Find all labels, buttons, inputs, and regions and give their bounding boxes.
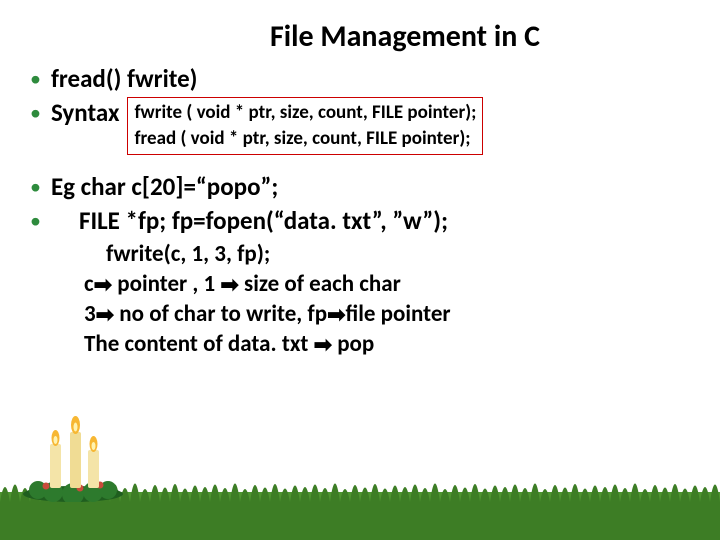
slide-title: File Management in C [120,18,690,55]
syntax-box: fwrite ( void * ptr, size, count, FILE p… [127,97,483,155]
txt: file pointer [346,300,451,328]
explanation-block: fwrite(c, 1, 3, fp); c➡ pointer , 1 ➡ si… [84,239,690,359]
syntax-fread: fread ( void * ptr, size, count, FILE po… [134,126,476,152]
line-fread-fwrite: fread() fwrite) [51,63,197,95]
txt: pop [332,330,374,358]
line-file: FILE *fp; fp=fopen(“data. txt”, ”w”); [79,205,448,237]
sub-3-count: 3➡ no of char to write, fp➡file pointer [84,299,690,329]
bullet-row-file: • FILE *fp; fp=fopen(“data. txt”, ”w”); [30,205,690,237]
line-eg: Eg char c[20]=“popo”; [51,171,278,203]
bullet-icon: • [30,97,41,129]
arrow-icon: ➡ [327,300,345,330]
sub-content: The content of data. txt ➡ pop [84,329,690,359]
bullet-row-eg: • Eg char c[20]=“popo”; [30,171,690,203]
candles-decoration [18,412,128,502]
bullet-icon: • [30,63,41,95]
bullet-row-1: • fread() fwrite) [30,63,690,95]
bullet-row-syntax: • Syntax fwrite ( void * ptr, size, coun… [30,97,690,155]
arrow-icon: ➡ [94,270,112,300]
txt: The content of data. txt [84,330,314,358]
bullet-icon: • [30,205,41,237]
txt: size of each char [239,270,401,298]
arrow-icon: ➡ [96,300,114,330]
syntax-label: Syntax [51,97,120,129]
txt: 3 [84,300,96,328]
sub-fwrite-call: fwrite(c, 1, 3, fp); [106,239,690,269]
syntax-fwrite: fwrite ( void * ptr, size, count, FILE p… [134,100,476,126]
txt: c [84,270,94,298]
txt: no of char to write, fp [114,300,327,328]
sub-c-pointer: c➡ pointer , 1 ➡ size of each char [84,269,690,299]
txt: pointer , 1 [112,270,220,298]
arrow-icon: ➡ [220,270,238,300]
slide: File Management in C • fread() fwrite) •… [0,0,720,540]
arrow-icon: ➡ [314,330,332,360]
bullet-icon: • [30,171,41,203]
